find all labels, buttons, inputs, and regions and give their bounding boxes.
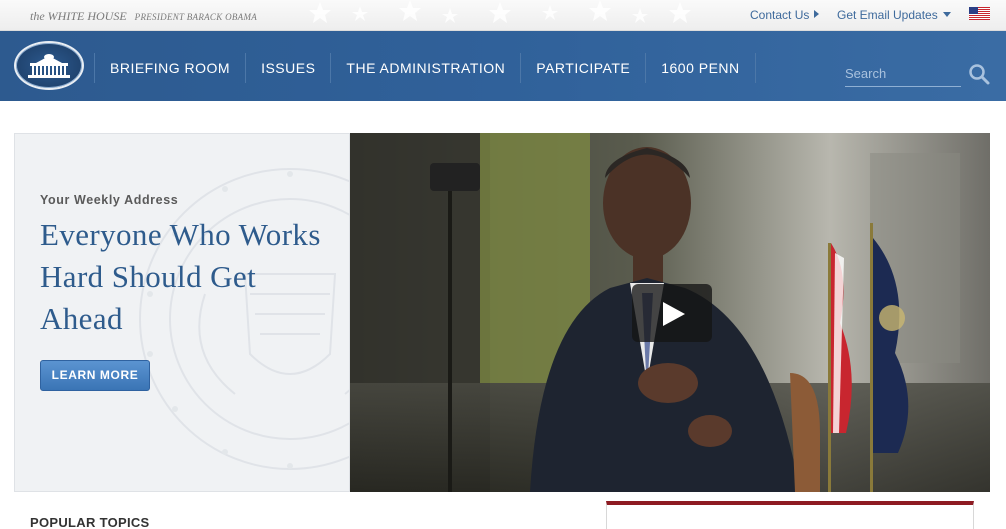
- site-name: the WHITE HOUSE: [30, 9, 127, 23]
- play-button[interactable]: [632, 284, 712, 342]
- chevron-down-icon: [942, 12, 951, 17]
- contact-us-label: Contact Us: [750, 8, 810, 22]
- main-nav: BRIEFING ROOM ISSUES THE ADMINISTRATION …: [0, 31, 1006, 101]
- learn-more-button[interactable]: LEARN MORE: [40, 360, 150, 391]
- search-input[interactable]: [845, 61, 961, 87]
- utility-bar: the WHITE HOUSE PRESIDENT BARACK OBAMA Co…: [0, 0, 1006, 31]
- nav-briefing-room[interactable]: BRIEFING ROOM: [94, 53, 245, 83]
- site-subtitle: PRESIDENT BARACK OBAMA: [134, 12, 258, 22]
- email-updates-label: Get Email Updates: [837, 8, 938, 22]
- contact-us-link[interactable]: Contact Us: [750, 8, 820, 22]
- nav-1600-penn[interactable]: 1600 PENN: [645, 53, 756, 83]
- search-icon[interactable]: [967, 62, 991, 86]
- weekly-address-video[interactable]: [350, 133, 990, 492]
- hero-headline[interactable]: Everyone Who Works Hard Should Get Ahead: [40, 214, 340, 340]
- us-flag-icon[interactable]: [969, 7, 990, 20]
- carousel-dots: [574, 523, 590, 529]
- popular-topics-heading: POPULAR TOPICS: [30, 515, 150, 529]
- white-house-icon: [28, 54, 70, 78]
- play-icon: [663, 302, 685, 326]
- site-brand[interactable]: the WHITE HOUSE PRESIDENT BARACK OBAMA: [30, 9, 257, 24]
- stars-decoration: [309, 0, 691, 23]
- nav-the-administration[interactable]: THE ADMINISTRATION: [330, 53, 520, 83]
- arrow-right-icon: [814, 10, 820, 18]
- email-updates-link[interactable]: Get Email Updates: [837, 8, 951, 22]
- nav-participate[interactable]: PARTICIPATE: [520, 53, 645, 83]
- hero-text-panel: Your Weekly Address Everyone Who Works H…: [14, 133, 350, 492]
- primary-menu: BRIEFING ROOM ISSUES THE ADMINISTRATION …: [94, 53, 756, 83]
- nav-issues[interactable]: ISSUES: [245, 53, 330, 83]
- white-house-logo[interactable]: [14, 41, 84, 90]
- featured-panel: [606, 501, 974, 529]
- hero-feature: Your Weekly Address Everyone Who Works H…: [14, 133, 990, 492]
- hero-eyebrow: Your Weekly Address: [40, 193, 179, 207]
